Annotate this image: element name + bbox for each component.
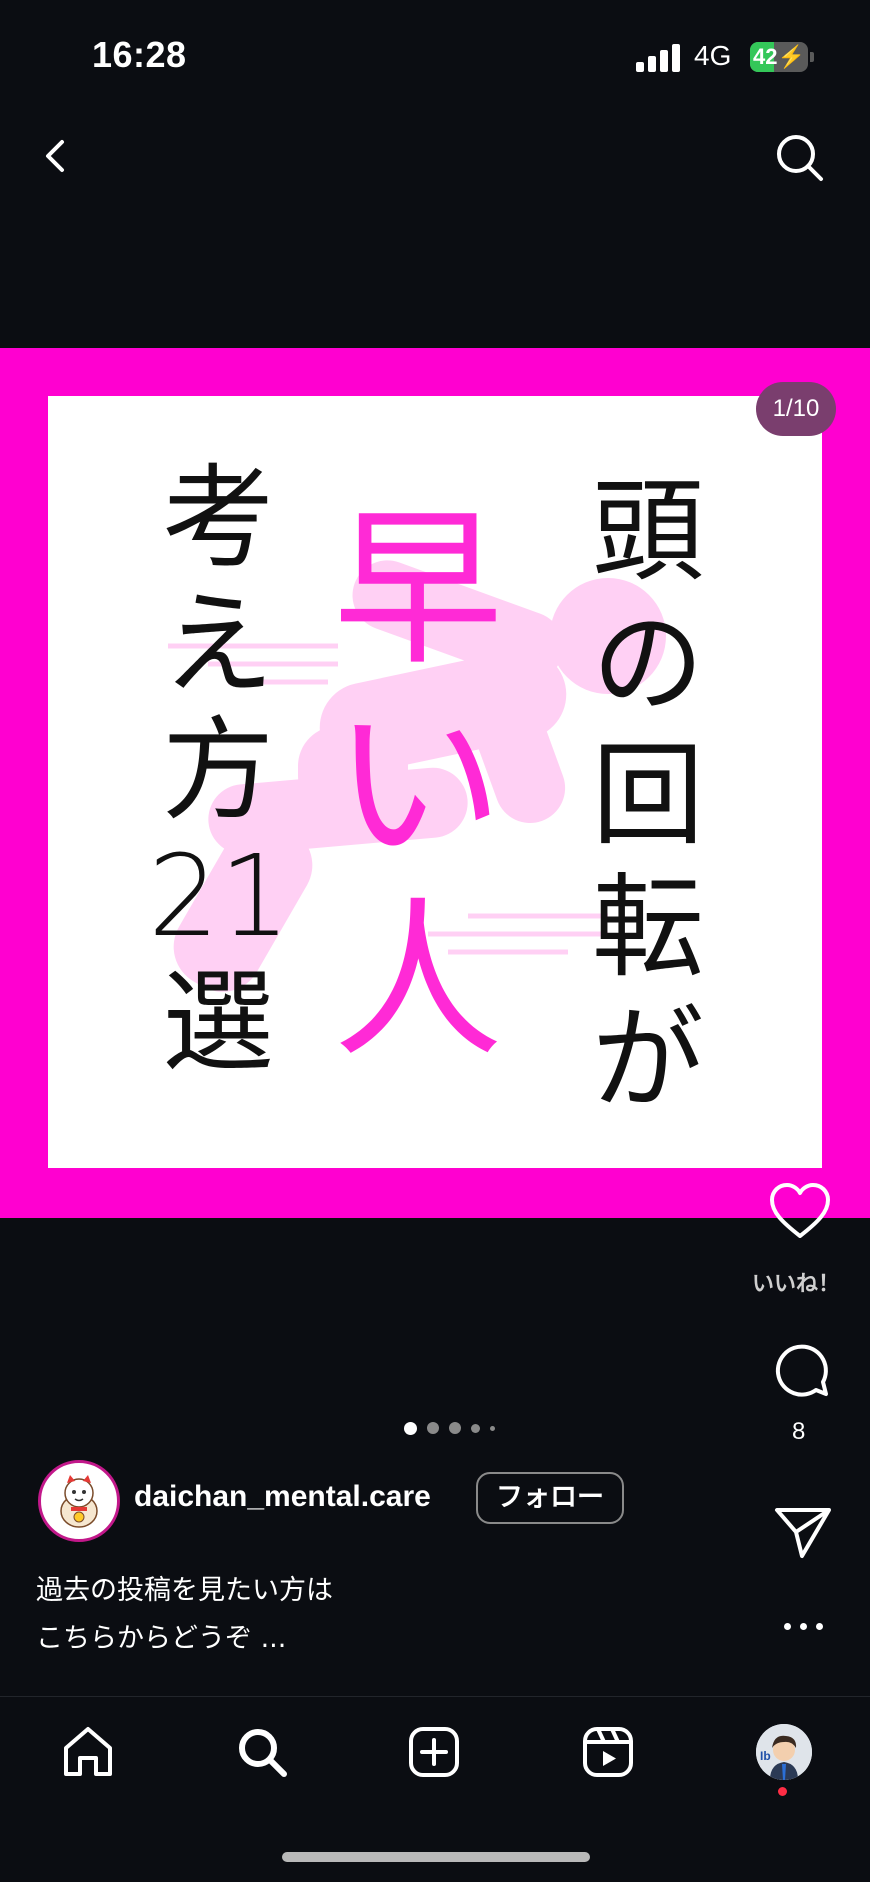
nav-search-button[interactable] bbox=[234, 1724, 290, 1780]
battery-level: 42⚡ bbox=[753, 44, 805, 69]
profile-avatar: Ib bbox=[756, 1724, 812, 1780]
carousel-dot bbox=[471, 1423, 480, 1433]
title-char: 頭 bbox=[592, 467, 704, 597]
author-username[interactable]: daichan_mental.care bbox=[134, 1480, 431, 1514]
follow-button[interactable]: フォロー bbox=[476, 1472, 624, 1524]
title-char: が bbox=[592, 995, 704, 1125]
title-char: 転 bbox=[592, 863, 704, 993]
notification-dot bbox=[778, 1787, 787, 1796]
nav-reels-button[interactable] bbox=[580, 1724, 636, 1780]
post-image-canvas: 頭の回転が 早い人 考え方 21 選 bbox=[48, 396, 822, 1168]
battery-icon: 42⚡ bbox=[750, 42, 808, 72]
title-char: 考 bbox=[162, 454, 274, 584]
title-column-right: 頭の回転が bbox=[578, 466, 718, 1126]
title-char: 回 bbox=[592, 731, 704, 861]
search-icon bbox=[777, 135, 823, 181]
title-char: 選 bbox=[162, 958, 274, 1088]
create-plus-icon bbox=[409, 1727, 459, 1777]
carousel-dot bbox=[490, 1425, 495, 1431]
title-char: 方 bbox=[162, 706, 274, 836]
comment-button[interactable] bbox=[772, 1340, 832, 1400]
author-avatar[interactable] bbox=[38, 1460, 120, 1542]
nav-home-button[interactable] bbox=[60, 1724, 116, 1780]
title-char: え bbox=[162, 580, 274, 710]
home-icon bbox=[64, 1727, 112, 1776]
comment-count: 8 bbox=[792, 1418, 806, 1445]
home-indicator[interactable] bbox=[282, 1852, 590, 1862]
carousel-dot bbox=[404, 1421, 417, 1435]
caption-line-2[interactable]: こちらからどうぞ ... bbox=[36, 1616, 286, 1655]
title-char: の bbox=[592, 599, 704, 729]
page-indicator: 1/10 bbox=[756, 382, 836, 436]
battery-cap bbox=[810, 52, 814, 62]
back-button[interactable] bbox=[30, 126, 90, 186]
reels-icon bbox=[583, 1727, 633, 1777]
search-icon bbox=[239, 1729, 287, 1777]
caption-line-1: 過去の投稿を見たい方は bbox=[36, 1575, 333, 1606]
chevron-left-icon bbox=[46, 140, 64, 172]
bottom-nav-divider bbox=[0, 1696, 870, 1697]
title-column-left: 考え方 21 選 bbox=[148, 454, 291, 1088]
paper-plane-icon bbox=[775, 1508, 831, 1558]
share-button[interactable] bbox=[772, 1502, 834, 1560]
title-char: 人 bbox=[332, 883, 503, 1081]
search-button[interactable] bbox=[770, 128, 830, 188]
nav-create-button[interactable] bbox=[406, 1724, 462, 1780]
carousel-dot bbox=[449, 1422, 461, 1434]
nav-profile-button[interactable]: Ib bbox=[756, 1724, 812, 1780]
carousel-dots bbox=[404, 1420, 514, 1436]
status-time: 16:28 bbox=[92, 34, 187, 75]
title-char: い bbox=[332, 687, 503, 885]
network-type: 4G bbox=[694, 40, 732, 71]
signal-strength-icon bbox=[636, 44, 680, 72]
carousel-dot bbox=[427, 1422, 439, 1434]
title-char: 21 bbox=[148, 832, 291, 962]
title-char: 早 bbox=[332, 491, 503, 689]
heart-icon bbox=[770, 1183, 830, 1238]
svg-text:Ib: Ib bbox=[760, 1749, 771, 1763]
lucky-cat-avatar bbox=[60, 1475, 98, 1528]
comment-icon bbox=[775, 1344, 828, 1397]
like-label: いいね！ bbox=[752, 1272, 841, 1297]
like-button[interactable] bbox=[768, 1182, 832, 1242]
title-column-middle: 早い人 bbox=[328, 492, 508, 1080]
post-image[interactable]: 頭の回転が 早い人 考え方 21 選 bbox=[0, 348, 870, 1218]
